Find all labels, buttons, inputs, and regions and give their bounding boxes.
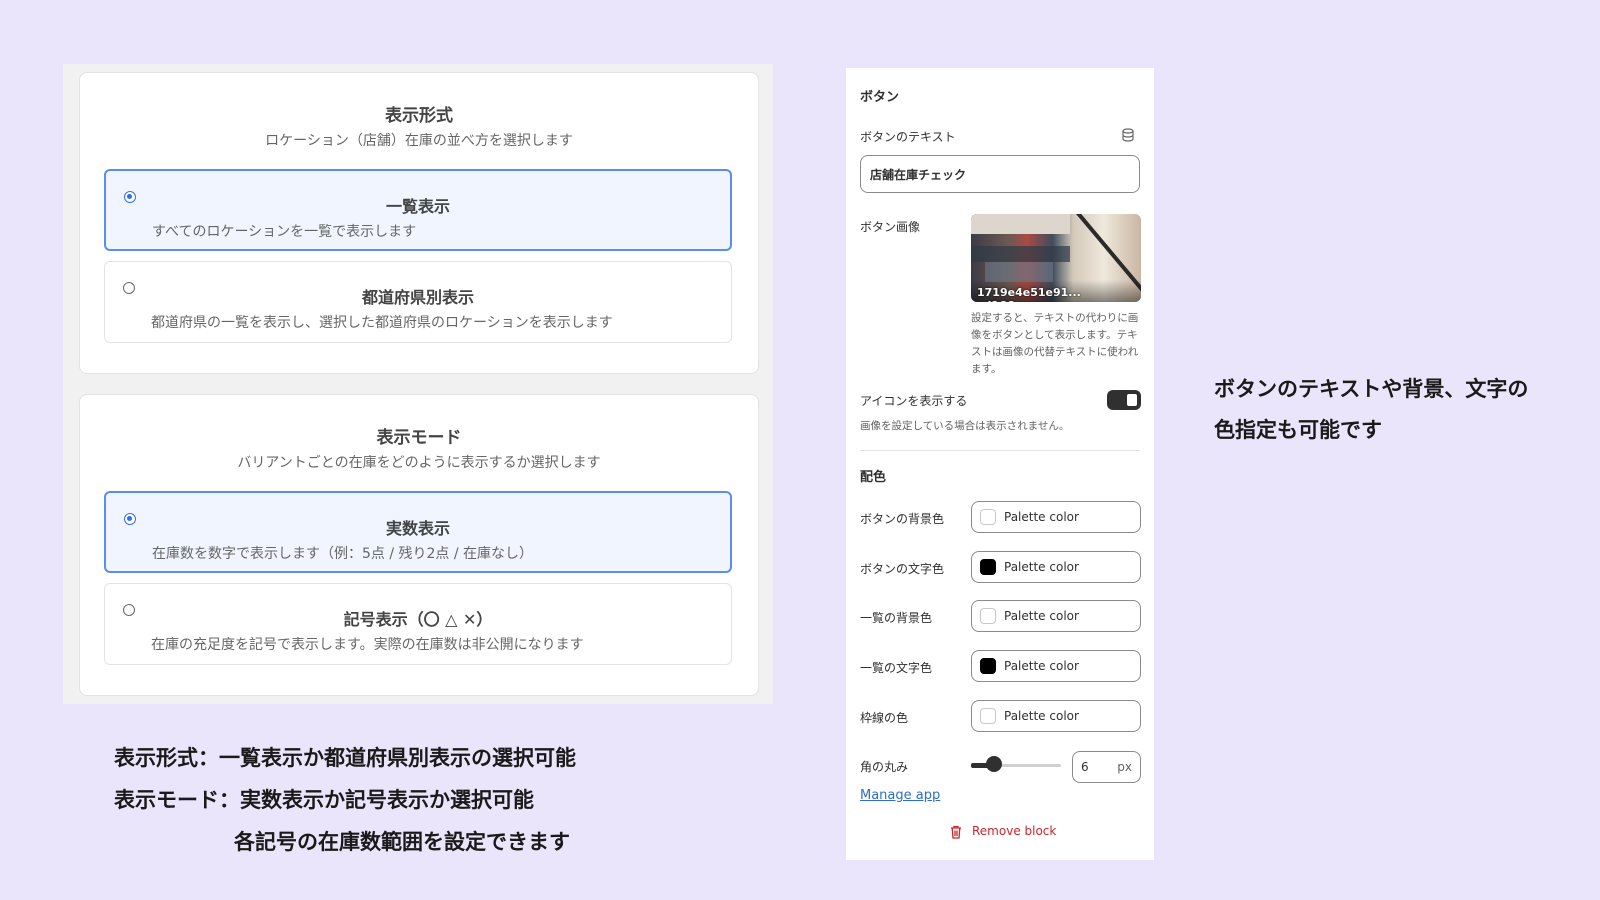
option-description: 在庫の充足度を記号で表示します。実際の在庫数は非公開になります [151,637,584,653]
list-text-color-field[interactable]: Palette color [971,650,1141,682]
image-detail [984,262,1053,282]
button-bg-color-field[interactable]: Palette color [971,501,1141,533]
trash-icon[interactable] [950,825,962,839]
color-value: Palette color [1004,659,1079,673]
caption-line-1: 表示形式：一覧表示か都道府県別表示の選択可能 [114,746,576,770]
option-symbol-display[interactable]: 記号表示（〇 △ ✕） 在庫の充足度を記号で表示します。実際の在庫数は非公開にな… [104,583,732,665]
image-help-text: 設定すると、テキストの代わりに画像をボタンとして表示します。テキストは画像の代替… [971,312,1139,375]
card-subtitle: ロケーション（店舗）在庫の並べ方を選択します [265,133,573,149]
corner-radius-value: 6 [1081,760,1089,774]
display-format-card: 表示形式 ロケーション（店舗）在庫の並べ方を選択します 一覧表示 すべてのロケー… [79,72,759,374]
color-value: Palette color [1004,560,1079,574]
display-settings-screenshot: 表示形式 ロケーション（店舗）在庫の並べ方を選択します 一覧表示 すべてのロケー… [63,64,773,704]
color-swatch[interactable] [980,509,996,525]
image-filename: 1719e4e51e91... cd166.png [971,280,1141,302]
color-label: 一覧の背景色 [860,611,933,625]
show-icon-help: 画像を設定している場合は表示されません。 [860,420,1070,432]
button-text-color-field[interactable]: Palette color [971,551,1141,583]
dynamic-source-icon[interactable] [1122,128,1134,142]
divider [860,450,1140,451]
option-count-display[interactable]: 実数表示 在庫数を数字で表示します（例：5点 / 残り2点 / 在庫なし） [104,491,732,573]
manage-app-link[interactable]: Manage app [860,788,940,803]
remove-block-button[interactable]: Remove block [972,824,1056,838]
card-subtitle: バリアントごとの在庫をどのように表示するか選択します [237,455,601,471]
corner-radius-slider-thumb[interactable] [985,756,1002,772]
color-label: 一覧の文字色 [860,661,933,675]
note-line-2: 色指定も可能です [1214,418,1382,442]
option-title: 一覧表示 [385,197,450,216]
show-icon-label: アイコンを表示する [860,394,968,408]
block-settings-panel: ボタン ボタンのテキスト 店舗在庫チェック ボタン画像 1719e4e51e91… [846,68,1154,860]
border-color-field[interactable]: Palette color [971,700,1141,732]
option-title: 記号表示（〇 △ ✕） [343,610,493,629]
corner-radius-label: 角の丸み [860,760,909,774]
corner-radius-input[interactable]: 6 px [1072,751,1141,783]
color-swatch[interactable] [980,708,996,724]
button-image-label: ボタン画像 [860,220,921,234]
display-mode-card: 表示モード バリアントごとの在庫をどのように表示するか選択します 実数表示 在庫… [79,394,759,696]
button-text-label: ボタンのテキスト [860,130,956,144]
color-swatch[interactable] [980,658,996,674]
show-icon-toggle[interactable] [1107,390,1141,410]
list-bg-color-field[interactable]: Palette color [971,600,1141,632]
color-label: 枠線の色 [860,711,909,725]
color-value: Palette color [1004,609,1079,623]
option-title: 都道府県別表示 [361,288,474,307]
color-value: Palette color [1004,709,1079,723]
note-line-1: ボタンのテキストや背景、文字の [1214,377,1529,401]
button-image-preview[interactable]: 1719e4e51e91... cd166.png [971,214,1141,302]
caption-line-3: 各記号の在庫数範囲を設定できます [234,830,570,854]
card-title: 表示モード [376,428,462,448]
image-detail [971,246,1070,262]
image-detail [971,214,1070,234]
option-list-view[interactable]: 一覧表示 すべてのロケーションを一覧で表示します [104,169,732,251]
section-heading-colors: 配色 [860,470,887,485]
option-title: 実数表示 [385,519,450,538]
caption-line-2: 表示モード：実数表示か記号表示か選択可能 [114,788,534,812]
option-description: 都道府県の一覧を表示し、選択した都道府県のロケーションを表示します [151,315,613,331]
card-title: 表示形式 [385,106,453,126]
color-label: ボタンの背景色 [860,512,945,526]
corner-radius-unit: px [1117,760,1132,774]
color-swatch[interactable] [980,608,996,624]
color-value: Palette color [1004,510,1079,524]
section-heading-button: ボタン [860,90,900,105]
option-description: すべてのロケーションを一覧で表示します [152,224,417,240]
button-text-input[interactable]: 店舗在庫チェック [860,155,1140,193]
color-swatch[interactable] [980,559,996,575]
option-prefecture-view[interactable]: 都道府県別表示 都道府県の一覧を表示し、選択した都道府県のロケーションを表示しま… [104,261,732,343]
color-label: ボタンの文字色 [860,562,945,576]
option-description: 在庫数を数字で表示します（例：5点 / 残り2点 / 在庫なし） [152,546,534,562]
